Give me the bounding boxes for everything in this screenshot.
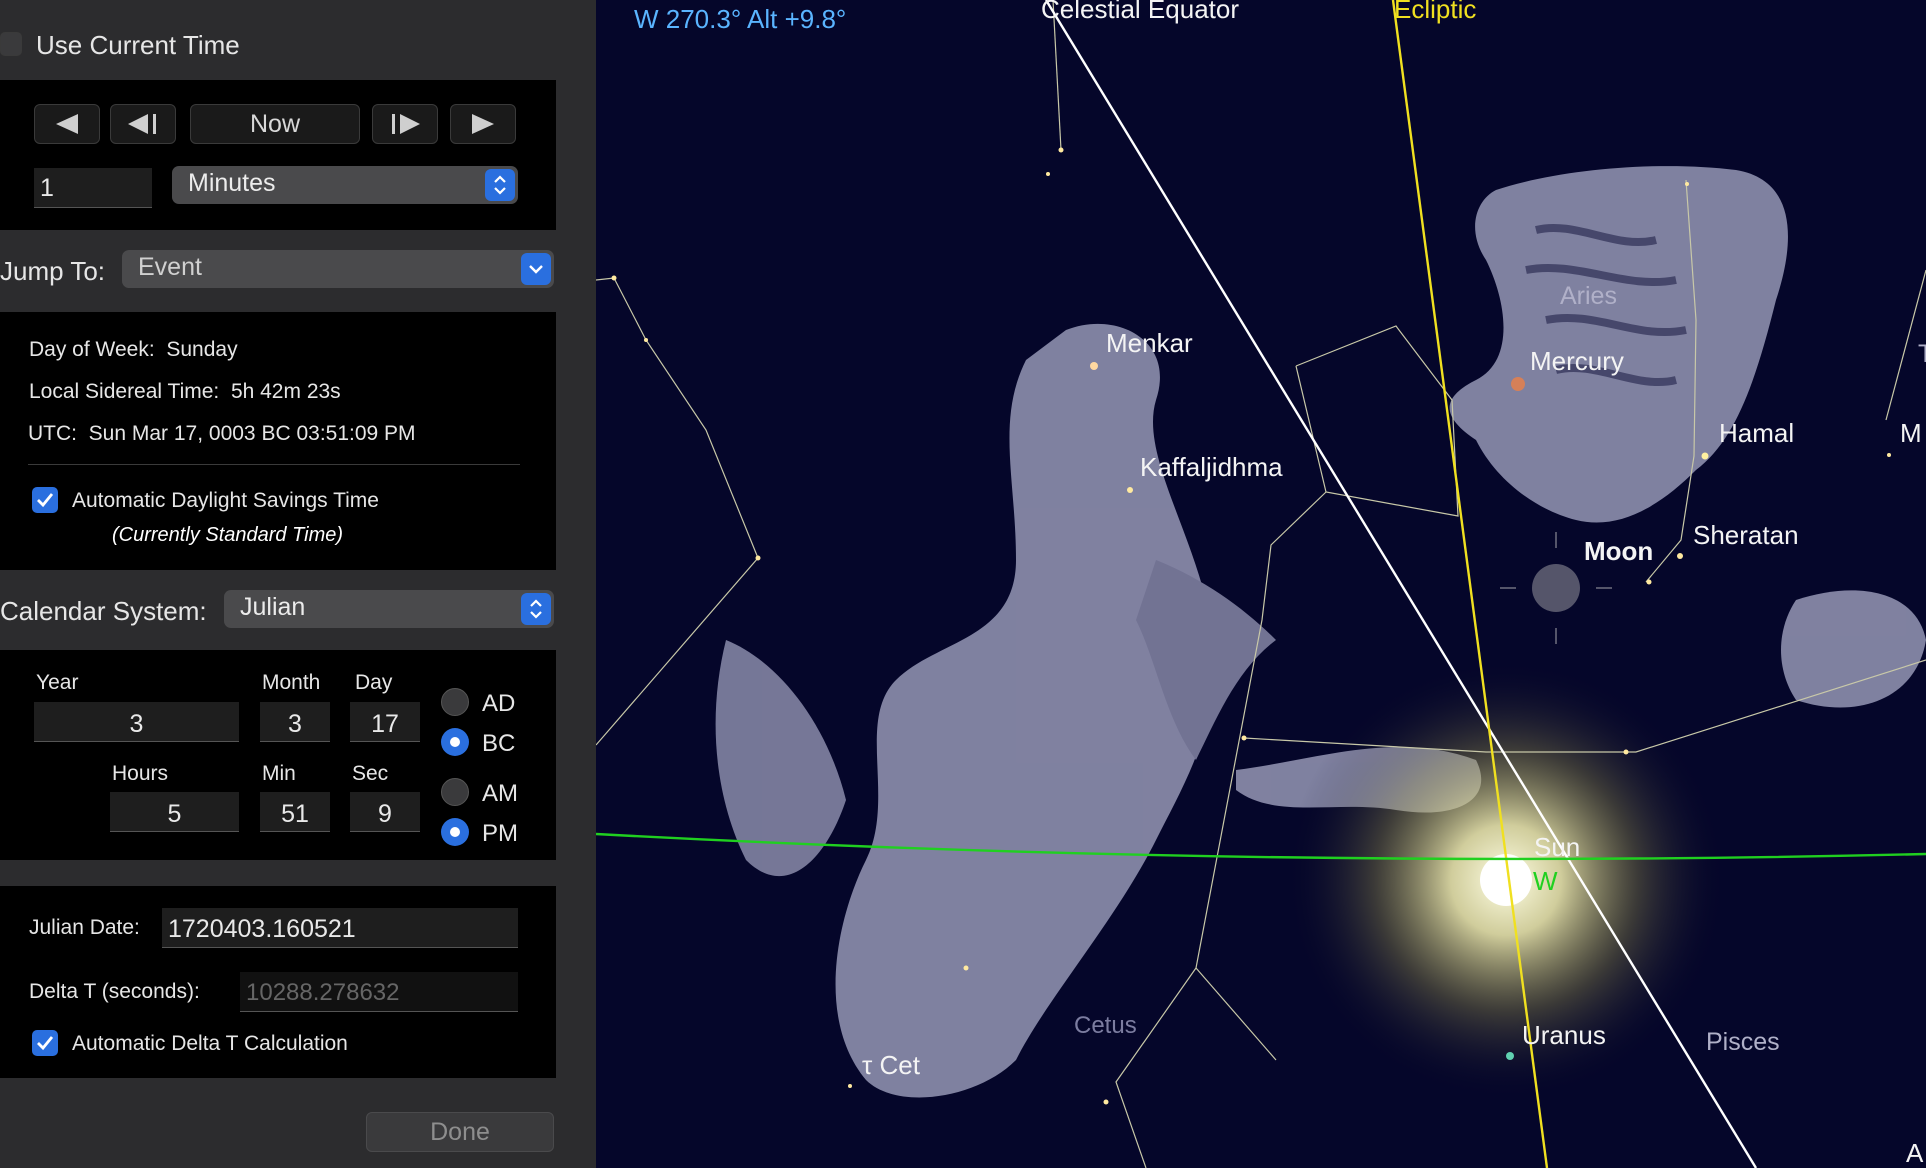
- sun-label: Sun: [1534, 832, 1581, 862]
- auto-dst-checkbox[interactable]: [32, 487, 58, 513]
- info-divider: [28, 464, 520, 465]
- utc-value: Sun Mar 17, 0003 BC 03:51:09 PM: [88, 422, 416, 445]
- aries-figure-art: [1449, 166, 1926, 708]
- mercury-planet[interactable]: [1511, 377, 1525, 391]
- auto-delta-t-label: Automatic Delta T Calculation: [72, 1032, 348, 1055]
- sec-label: Sec: [352, 762, 389, 785]
- checkmark-icon: [37, 493, 54, 508]
- step-unit-select[interactable]: Minutes: [172, 166, 518, 204]
- minutes-input[interactable]: 51: [260, 792, 330, 832]
- checkmark-icon: [37, 1036, 54, 1051]
- ad-label: AD: [482, 690, 516, 717]
- am-label: AM: [482, 780, 518, 807]
- edge-label-m: M: [1900, 418, 1922, 448]
- menkar-label: Menkar: [1106, 328, 1193, 358]
- step-unit-value: Minutes: [188, 169, 276, 197]
- seconds-input[interactable]: 9: [350, 792, 420, 832]
- step-back-button[interactable]: [110, 104, 176, 144]
- sky-map-canvas[interactable]: [596, 0, 1926, 1168]
- sheratan-label: Sheratan: [1693, 520, 1799, 550]
- dst-status: (Currently Standard Time): [112, 524, 344, 546]
- hamal-label: Hamal: [1719, 418, 1795, 448]
- moon-label: Moon: [1584, 536, 1654, 566]
- hours-label: Hours: [112, 762, 169, 785]
- sidereal-time-row: Local Sidereal Time: 5h 42m 23s: [29, 380, 341, 404]
- calendar-system-value: Julian: [240, 593, 306, 621]
- jump-to-select[interactable]: Event: [122, 250, 554, 288]
- jump-to-dropdown-button: [521, 253, 551, 285]
- julian-date-label: Julian Date:: [29, 916, 140, 939]
- calendar-system-stepper: [521, 593, 551, 625]
- step-unit-stepper: [485, 169, 515, 201]
- tau-cet-label: τ Cet: [862, 1050, 920, 1080]
- auto-dst-label: Automatic Daylight Savings Time: [72, 489, 379, 512]
- hours-input[interactable]: 5: [110, 792, 239, 832]
- edge-label-a: A: [1906, 1138, 1924, 1168]
- sky-chart-view[interactable]: W 270.3° Alt +9.8° Celestial Equator Ecl…: [596, 0, 1926, 1168]
- auto-delta-t-checkbox[interactable]: [32, 1030, 58, 1056]
- jump-to-value: Event: [138, 253, 202, 281]
- step-forward-button[interactable]: [372, 104, 438, 144]
- mercury-label: Mercury: [1530, 346, 1624, 376]
- min-label: Min: [262, 762, 296, 785]
- step-forward-fast-button[interactable]: [450, 104, 516, 144]
- time-info-group: Day of Week: Sunday Local Sidereal Time:…: [0, 312, 556, 570]
- day-of-week-row: Day of Week: Sunday: [29, 338, 238, 362]
- celestial-equator-label: Celestial Equator: [1041, 0, 1239, 24]
- fast-forward-icon: [472, 114, 494, 134]
- utc-label: UTC:: [28, 422, 77, 445]
- date-time-group: Year Month Day 3 3 17 AD BC Hours Min Se…: [0, 650, 556, 860]
- chevron-updown-icon: [530, 599, 542, 619]
- calendar-system-label: Calendar System:: [0, 596, 207, 626]
- sidereal-time-value: 5h 42m 23s: [230, 380, 341, 403]
- day-input[interactable]: 17: [350, 702, 420, 742]
- uranus-label: Uranus: [1522, 1020, 1606, 1050]
- done-button[interactable]: Done: [366, 1112, 554, 1152]
- time-settings-panel: Use Current Time Now 1 Minutes Jump To: …: [0, 0, 596, 1168]
- ad-radio[interactable]: [441, 688, 469, 716]
- sidereal-time-label: Local Sidereal Time:: [29, 380, 220, 403]
- julian-date-group: Julian Date: 1720403.160521 Delta T (sec…: [0, 886, 556, 1078]
- year-input[interactable]: 3: [34, 702, 239, 742]
- bc-radio[interactable]: [441, 728, 469, 756]
- pm-label: PM: [482, 820, 518, 847]
- chevron-down-icon: [529, 265, 543, 274]
- bc-label: BC: [482, 730, 516, 757]
- day-label: Day: [355, 671, 393, 694]
- day-of-week-label: Day of Week:: [29, 338, 155, 361]
- use-current-time-checkbox[interactable]: [0, 32, 22, 56]
- use-current-time-label: Use Current Time: [36, 30, 240, 60]
- west-direction-label: W: [1533, 866, 1558, 896]
- julian-date-input[interactable]: 1720403.160521: [162, 908, 518, 948]
- step-forward-icon: [392, 114, 420, 134]
- step-back-icon: [128, 114, 156, 134]
- cetus-label: Cetus: [1074, 1012, 1137, 1039]
- uranus-planet[interactable]: [1506, 1052, 1514, 1060]
- chevron-updown-icon: [494, 175, 506, 195]
- jump-to-label: Jump To:: [0, 256, 106, 286]
- utc-row: UTC: Sun Mar 17, 0003 BC 03:51:09 PM: [28, 422, 416, 446]
- month-label: Month: [262, 671, 321, 694]
- step-amount-input[interactable]: 1: [34, 168, 152, 208]
- pm-radio[interactable]: [441, 818, 469, 846]
- month-input[interactable]: 3: [260, 702, 330, 742]
- time-navigation-group: Now 1 Minutes: [0, 80, 556, 230]
- edge-label-t: T: [1918, 340, 1926, 368]
- kaffaljidhma-label: Kaffaljidhma: [1140, 452, 1283, 482]
- step-back-fast-button[interactable]: [34, 104, 100, 144]
- rewind-icon: [56, 114, 78, 134]
- delta-t-label: Delta T (seconds):: [29, 980, 200, 1003]
- am-radio[interactable]: [441, 778, 469, 806]
- calendar-system-select[interactable]: Julian: [224, 590, 554, 628]
- day-of-week-value: Sunday: [166, 338, 238, 361]
- pointer-coordinates-readout: W 270.3° Alt +9.8°: [634, 4, 847, 34]
- aries-label: Aries: [1560, 282, 1617, 310]
- now-button[interactable]: Now: [190, 104, 360, 144]
- ecliptic-label: Ecliptic: [1394, 0, 1477, 24]
- delta-t-input[interactable]: 10288.278632: [240, 972, 518, 1012]
- pisces-label: Pisces: [1706, 1028, 1780, 1056]
- year-label: Year: [36, 671, 79, 694]
